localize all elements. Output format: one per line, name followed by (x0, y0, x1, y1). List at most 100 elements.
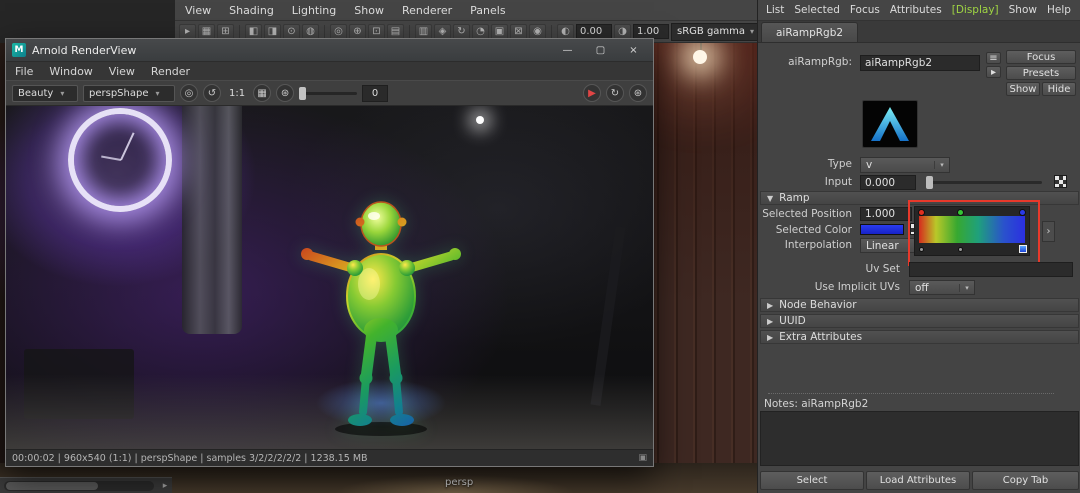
load-attributes-button[interactable]: Load Attributes (866, 471, 970, 490)
uv-set-field[interactable] (909, 262, 1073, 277)
menu-focus[interactable]: Focus (850, 4, 880, 16)
snapshot-icon[interactable]: ◎ (180, 84, 198, 102)
selected-position-field[interactable]: 1.000 (860, 207, 912, 221)
menu-attributes[interactable]: Attributes (890, 4, 942, 16)
close-button[interactable]: × (620, 41, 647, 59)
chevron-down-icon: ▾ (60, 88, 65, 98)
ramp-key-red[interactable] (918, 209, 925, 216)
type-dropdown[interactable]: v ▾ (860, 157, 950, 173)
ramp-selected-key[interactable] (1019, 245, 1027, 253)
selected-color-swatch[interactable] (860, 224, 904, 235)
menu-lighting[interactable]: Lighting (292, 4, 336, 17)
renderview-toolbar: Beauty ▾ perspShape ▾ ◎ ↺ 1:1 ▦ ⊛ 0 ▶ ↻ … (6, 80, 653, 106)
menu-display[interactable]: [Display] (952, 4, 999, 16)
robot-svg (301, 201, 462, 436)
horizontal-scrollbar[interactable] (4, 481, 154, 491)
section-node-behavior[interactable]: ▶ Node Behavior (760, 298, 1079, 312)
section-ramp[interactable]: ▼ Ramp (760, 191, 1079, 205)
scrollbar-thumb[interactable] (6, 482, 98, 490)
section-ramp-label: Ramp (779, 192, 810, 204)
input-slider-handle[interactable] (926, 176, 933, 189)
aov-value: Beauty (18, 87, 54, 99)
menu-window[interactable]: Window (49, 65, 92, 78)
render-clock-ring-light (68, 108, 172, 212)
render-view[interactable] (6, 106, 653, 449)
render-lamp-light (476, 116, 484, 124)
use-implicit-uvs-dropdown[interactable]: off ▾ (909, 280, 975, 295)
scroll-right-arrow-icon[interactable]: ▸ (158, 481, 172, 491)
slider-value-field[interactable]: 0 (362, 84, 389, 102)
options-gear-icon[interactable]: ⊛ (629, 84, 647, 102)
toolbar-separator (239, 24, 240, 39)
gamma-field[interactable]: 1.00 (633, 24, 669, 39)
render-curtain (182, 106, 242, 334)
minimize-button[interactable]: — (554, 41, 581, 59)
list-mode-icon[interactable]: ≡ (986, 52, 1001, 64)
render-settings-icon[interactable]: ⊛ (276, 84, 295, 102)
node-name-field[interactable]: aiRampRgb2 (860, 55, 980, 71)
presets-button[interactable]: Presets (1006, 66, 1076, 80)
region-render-icon[interactable]: ▦ (253, 84, 272, 102)
viewport-menu-bar: View Shading Lighting Show Renderer Pane… (175, 0, 757, 21)
viewport-wood-wall (640, 0, 757, 493)
maximize-button[interactable]: ▢ (587, 41, 614, 59)
attribute-editor: List Selected Focus Attributes [Display]… (757, 0, 1080, 493)
select-button[interactable]: Select (760, 471, 864, 490)
ab-compare-icon[interactable]: ↺ (203, 84, 221, 102)
hide-button[interactable]: Hide (1042, 82, 1076, 96)
camera-dropdown[interactable]: perspShape ▾ (83, 84, 175, 102)
section-extra-attributes[interactable]: ▶ Extra Attributes (760, 330, 1079, 344)
menu-file[interactable]: File (15, 65, 33, 78)
camera-value: perspShape (89, 87, 149, 99)
show-button[interactable]: Show (1006, 82, 1040, 96)
section-extra-attributes-label: Extra Attributes (779, 331, 863, 343)
input-field[interactable]: 0.000 (860, 175, 916, 190)
menu-view[interactable]: View (109, 65, 135, 78)
copy-tab-button[interactable]: Copy Tab (972, 471, 1079, 490)
next-node-icon[interactable]: ▸ (986, 66, 1001, 78)
notes-textarea[interactable] (760, 411, 1079, 466)
menu-show[interactable]: Show (354, 4, 384, 17)
refresh-render-icon[interactable]: ↻ (606, 84, 624, 102)
ramp-key-blue[interactable] (1019, 209, 1026, 216)
notes-divider (768, 393, 1054, 394)
slider-handle[interactable] (299, 86, 307, 100)
arnold-logo-icon (871, 107, 909, 141)
zoom-1-1-button[interactable]: 1:1 (226, 88, 248, 99)
attribute-editor-menu-bar: List Selected Focus Attributes [Display]… (758, 0, 1080, 21)
start-render-icon[interactable]: ▶ (583, 84, 601, 102)
map-texture-icon[interactable] (1054, 175, 1067, 188)
arnold-node-swatch[interactable] (862, 100, 918, 148)
window-titlebar[interactable]: M Arnold RenderView — ▢ × (6, 39, 653, 61)
chevron-down-icon: ▾ (934, 161, 949, 169)
ui-corner-panel (0, 0, 175, 43)
input-slider[interactable] (926, 176, 1042, 189)
focus-button[interactable]: Focus (1006, 50, 1076, 64)
menu-help[interactable]: Help (1047, 4, 1071, 16)
menu-shading[interactable]: Shading (229, 4, 274, 17)
chevron-down-icon: ▾ (750, 27, 755, 36)
section-uuid-label: UUID (779, 315, 806, 327)
section-uuid[interactable]: ▶ UUID (760, 314, 1079, 328)
ramp-key-marker[interactable] (958, 247, 963, 252)
menu-renderer[interactable]: Renderer (402, 4, 452, 17)
ramp-key-marker[interactable] (919, 247, 924, 252)
maya-app-icon: M (12, 43, 26, 57)
ramp-gradient[interactable] (919, 216, 1025, 243)
menu-selected[interactable]: Selected (794, 4, 840, 16)
menu-render[interactable]: Render (151, 65, 190, 78)
status-corner-icon[interactable]: ▣ (638, 453, 647, 463)
selected-color-label: Selected Color (775, 224, 852, 236)
menu-list[interactable]: List (766, 4, 784, 16)
menu-view[interactable]: View (185, 4, 211, 17)
menu-show[interactable]: Show (1009, 4, 1037, 16)
exposure-field[interactable]: 0.00 (576, 24, 612, 39)
menu-panels[interactable]: Panels (470, 4, 505, 17)
tab-airamprgb2[interactable]: aiRampRgb2 (761, 22, 859, 42)
ramp-expand-button[interactable]: › (1042, 221, 1055, 242)
aov-dropdown[interactable]: Beauty ▾ (12, 84, 78, 102)
ramp-gradient-widget[interactable] (914, 206, 1030, 256)
colorspace-dropdown[interactable]: sRGB gamma ▾ (671, 22, 757, 41)
debug-shading-slider[interactable] (299, 86, 358, 100)
ramp-key-green[interactable] (957, 209, 964, 216)
